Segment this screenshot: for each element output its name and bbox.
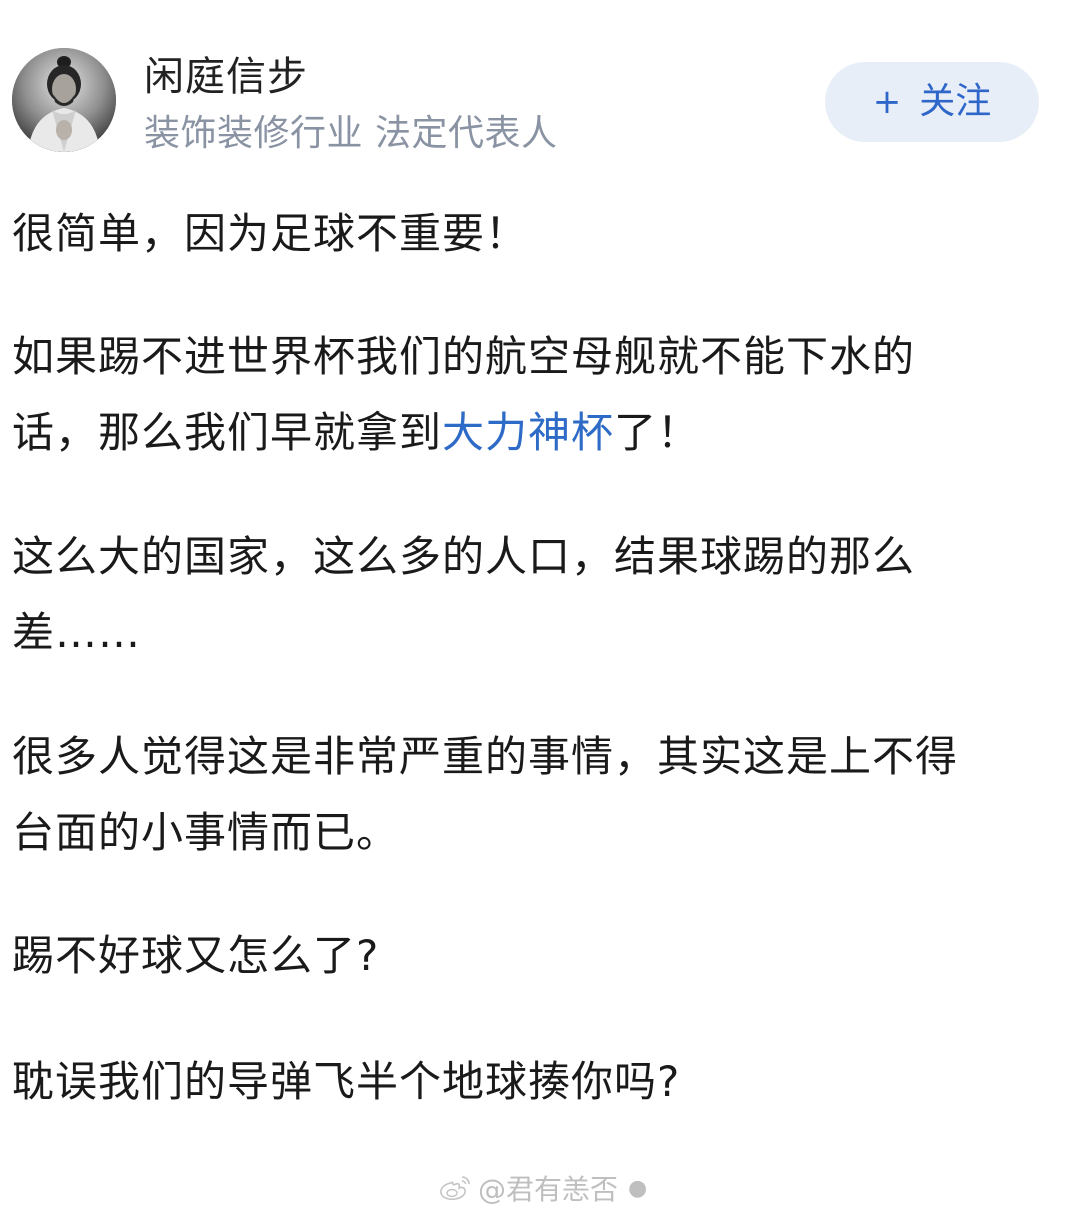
post-paragraph-4-line-1: 很多人觉得这是非常严重的事情，其实这是上不得 — [12, 732, 959, 781]
post-paragraph-5: 踢不好球又怎么了? — [12, 931, 380, 980]
weibo-logo-icon — [440, 1176, 470, 1201]
post-paragraph-4-line-2: 台面的小事情而已。 — [12, 808, 400, 857]
avatar-image — [12, 48, 116, 152]
post-paragraph-3-line-1: 这么大的国家，这么多的人口，结果球踢的那么 — [12, 532, 916, 581]
follow-button[interactable]: + 关注 — [825, 62, 1039, 142]
post-paragraph-2-line-2: 话，那么我们早就拿到大力神杯了！ — [12, 395, 1062, 471]
plus-icon: + — [872, 82, 902, 122]
post-paragraph-1: 很简单，因为足球不重要！ — [12, 209, 529, 258]
watermark-text: @君有恙否 — [478, 1173, 619, 1206]
watermark-dot: ● — [628, 1175, 648, 1201]
post-paragraph-6: 耽误我们的导弹飞半个地球揍你吗? — [12, 1057, 681, 1106]
topic-link[interactable]: 大力神杯 — [442, 408, 614, 457]
avatar[interactable] — [12, 48, 116, 152]
author-name[interactable]: 闲庭信步 — [144, 52, 308, 102]
watermark: @君有恙否 ● — [438, 1168, 647, 1208]
post-paragraph-2-line-1: 如果踢不进世界杯我们的航空母舰就不能下水的 — [12, 332, 916, 381]
author-description: 装饰装修行业 法定代表人 — [144, 113, 558, 154]
post-text: 了！ — [614, 408, 701, 457]
post-header: 闲庭信步 装饰装修行业 法定代表人 + 关注 — [0, 0, 1080, 180]
post-text: 话，那么我们早就拿到 — [12, 408, 443, 457]
post-paragraph-3-line-2: 差…… — [12, 608, 142, 657]
follow-button-label: 关注 — [919, 81, 992, 122]
